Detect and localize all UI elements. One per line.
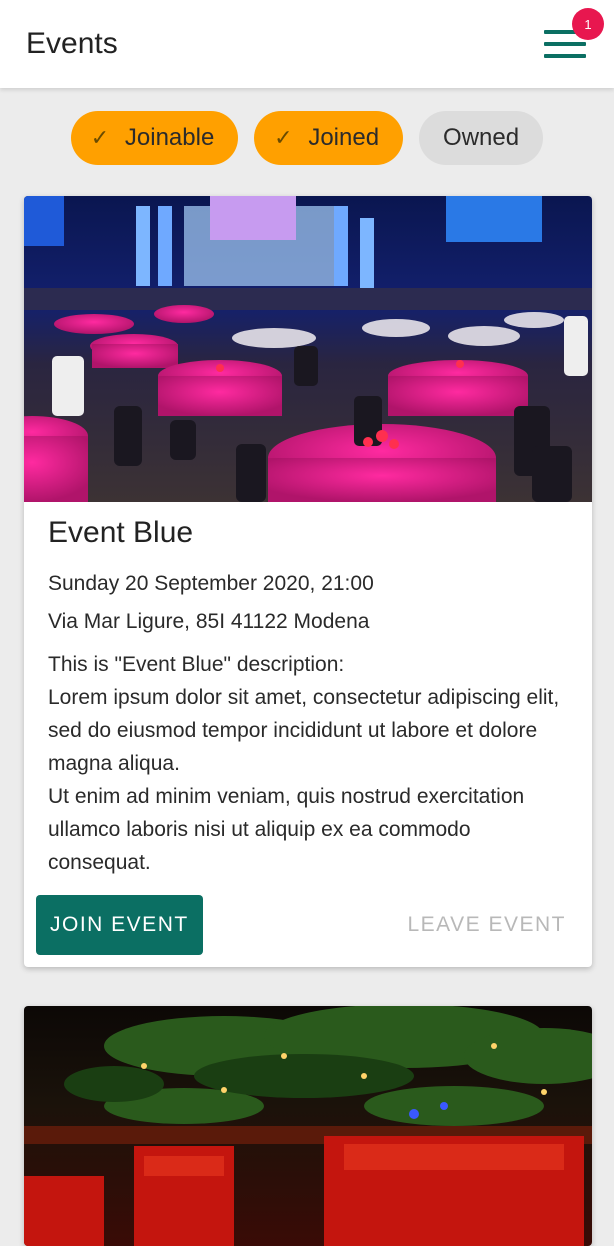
chip-label: Joinable [124, 124, 215, 151]
event-location: Via Mar Ligure, 85I 41122 Modena [48, 610, 370, 633]
event-card [24, 1006, 592, 1246]
hamburger-line [544, 42, 586, 46]
event-title: Event Blue [48, 516, 194, 549]
filter-chips: ✓ Joinable ✓ Joined Owned [0, 111, 614, 165]
chip-label: Joined [308, 124, 380, 151]
page-title: Events [26, 27, 118, 60]
event-description: This is "Event Blue" description: Lorem … [48, 653, 560, 874]
chip-joinable[interactable]: ✓ Joinable [70, 111, 239, 165]
card-actions: JOIN EVENT LEAVE EVENT [24, 879, 592, 967]
check-icon: ✓ [90, 125, 110, 150]
hamburger-line [544, 54, 586, 58]
event-image [24, 196, 592, 502]
event-card: Event Blue Sunday 20 September 2020, 21:… [24, 196, 592, 967]
chip-joined[interactable]: ✓ Joined [254, 111, 404, 165]
app-bar: Events 1 [0, 0, 614, 88]
chip-label: Owned [443, 124, 520, 151]
event-date: Sunday 20 September 2020, 21:00 [48, 572, 374, 595]
event-details: Event Blue Sunday 20 September 2020, 21:… [24, 502, 592, 879]
join-event-button[interactable]: JOIN EVENT [36, 895, 203, 955]
leave-event-button[interactable]: LEAVE EVENT [408, 913, 581, 937]
notification-badge: 1 [572, 8, 604, 40]
event-image [24, 1006, 592, 1246]
menu-button[interactable]: 1 [544, 8, 604, 62]
chip-owned[interactable]: Owned [419, 111, 544, 165]
check-icon: ✓ [274, 125, 293, 150]
